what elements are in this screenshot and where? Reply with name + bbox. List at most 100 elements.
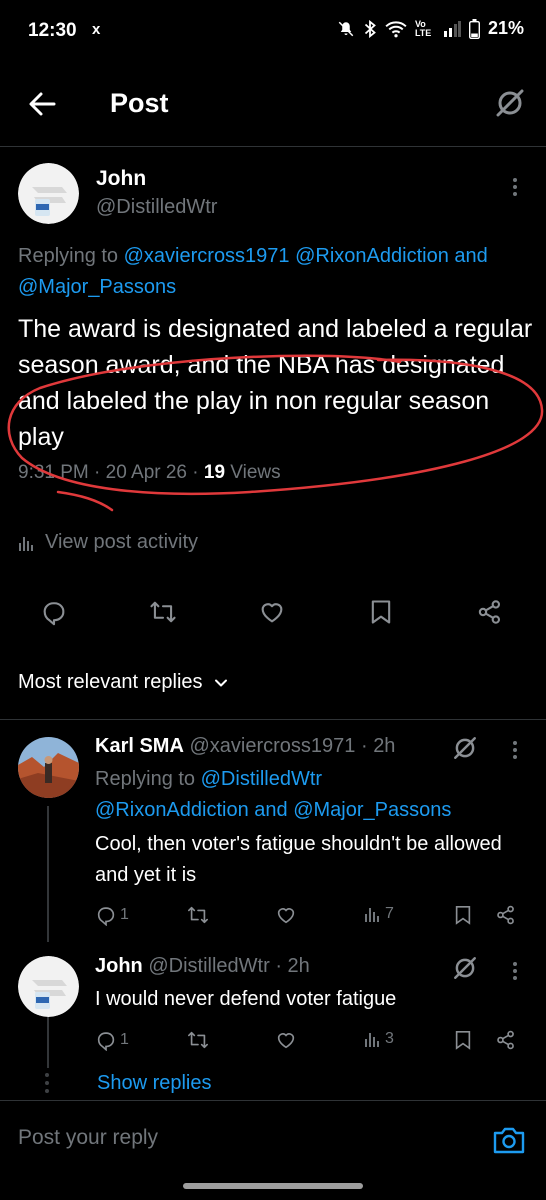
reply-count: 1 (120, 906, 129, 923)
header-divider (0, 146, 546, 147)
reply-replying-to: Replying to @DistilledWtr @RixonAddictio… (95, 764, 451, 826)
reply-bookmark-button[interactable] (453, 1029, 473, 1051)
repost-icon (188, 1031, 208, 1049)
camera-button[interactable] (492, 1124, 526, 1156)
reply-text: I would never defend voter fatigue (95, 988, 397, 1010)
camera-icon (493, 1127, 525, 1154)
reply-author-name[interactable]: Karl SMA (95, 735, 184, 757)
thread-line (47, 806, 49, 942)
grok-button[interactable] (452, 735, 478, 761)
reply-input[interactable]: Post your reply (18, 1126, 158, 1150)
more-options-icon[interactable] (512, 741, 518, 759)
bookmark-icon (455, 1031, 471, 1050)
like-icon (277, 1033, 295, 1049)
reply-time: 2h (287, 955, 310, 977)
bookmark-button[interactable] (361, 592, 401, 632)
signal-icon (443, 20, 461, 37)
status-icons: Vo LTE 21% (337, 18, 524, 39)
replies-sort-label: Most relevant replies (18, 671, 203, 693)
reply-reply-button[interactable]: 1 (95, 904, 129, 926)
bookmark-icon (455, 906, 471, 925)
reply-views[interactable]: 7 (364, 904, 394, 924)
views-label: Views (225, 462, 281, 483)
analytics-icon (365, 908, 379, 922)
reply-avatar[interactable] (18, 956, 79, 1017)
reply-author-handle[interactable]: @xaviercross1971 (189, 735, 355, 757)
reply-icon (97, 907, 115, 926)
replying-to: Replying to @xaviercross1971 @RixonAddic… (18, 241, 546, 303)
like-icon (261, 603, 283, 623)
repost-icon (150, 601, 176, 623)
reply-mention-line2[interactable]: @RixonAddiction and @Major_Passons (95, 799, 451, 821)
grok-button[interactable] (452, 955, 478, 981)
meta-separator-2: · (187, 462, 204, 483)
reply-avatar[interactable] (18, 737, 79, 798)
replying-mentions-line2[interactable]: @Major_Passons (18, 276, 176, 298)
more-options-icon[interactable] (512, 178, 518, 196)
show-replies-link[interactable]: Show replies (97, 1072, 212, 1095)
grok-icon (454, 957, 476, 979)
more-options-icon[interactable] (512, 962, 518, 980)
network-type: Vo LTE (414, 18, 432, 38)
composer-divider (0, 1100, 546, 1101)
status-time: 12:30 (28, 20, 77, 41)
reply-header: Karl SMA @xaviercross1971 · 2h (95, 735, 395, 758)
post-date: 20 Apr 26 (105, 462, 187, 483)
grok-icon (454, 737, 476, 759)
analytics-icon (365, 1033, 379, 1047)
reply-author-name[interactable]: John (95, 955, 143, 977)
reply-time-separator: · (269, 955, 288, 977)
reply-button[interactable] (34, 592, 74, 632)
arrow-left-icon (29, 92, 56, 116)
home-indicator[interactable] (183, 1183, 363, 1189)
post-time: 9:31 PM (18, 462, 89, 483)
reply-views[interactable]: 3 (364, 1029, 394, 1049)
analytics-icon (19, 536, 33, 551)
reply-repost-button[interactable] (186, 904, 210, 926)
view-post-activity-label: View post activity (45, 531, 199, 553)
back-button[interactable] (26, 88, 58, 120)
reply-like-button[interactable] (275, 904, 297, 926)
author-handle[interactable]: @DistilledWtr (96, 196, 217, 219)
reply-icon (97, 1032, 115, 1051)
reply-replying-prefix: Replying to (95, 768, 201, 790)
reply-time: 2h (373, 735, 396, 757)
like-button[interactable] (252, 592, 292, 632)
reply-bookmark-button[interactable] (453, 904, 473, 926)
reply-icon (43, 602, 65, 626)
post-text: The award is designated and labeled a re… (18, 315, 533, 451)
reply-mention-line1[interactable]: @DistilledWtr (201, 768, 322, 790)
post-actions (0, 592, 546, 632)
battery-level: 21% (487, 18, 524, 38)
bookmark-icon (371, 600, 391, 624)
wifi-icon (385, 20, 407, 37)
author-avatar[interactable] (18, 163, 79, 224)
reply-repost-button[interactable] (186, 1029, 210, 1051)
reply-share-button[interactable] (495, 904, 517, 926)
post-meta: 9:31 PM · 20 Apr 26 · 19 Views (18, 462, 281, 484)
reply-views-count: 7 (385, 905, 394, 922)
view-post-activity[interactable]: View post activity (18, 531, 198, 554)
share-button[interactable] (470, 592, 510, 632)
share-icon (497, 1030, 514, 1050)
reply-share-button[interactable] (495, 1029, 517, 1051)
reply-header: John @DistilledWtr · 2h (95, 955, 310, 978)
reply-views-count: 3 (385, 1030, 394, 1047)
repost-icon (188, 906, 208, 924)
reply-reply-button[interactable]: 1 (95, 1029, 129, 1051)
author-name[interactable]: John (96, 167, 146, 191)
like-icon (277, 908, 295, 924)
replying-mentions-line1[interactable]: @xaviercross1971 @RixonAddiction and (124, 245, 488, 267)
grok-button[interactable] (494, 87, 526, 119)
replies-sort-dropdown[interactable]: Most relevant replies (18, 671, 229, 694)
notification-x-icon: x (92, 21, 101, 38)
thread-line-2 (47, 1016, 49, 1068)
grok-icon (496, 89, 524, 117)
repost-button[interactable] (143, 592, 183, 632)
battery-icon (468, 18, 480, 39)
thread-continuation-dots (45, 1073, 49, 1093)
reply-like-button[interactable] (275, 1029, 297, 1051)
reply-author-handle[interactable]: @DistilledWtr (148, 955, 269, 977)
replies-divider (0, 719, 546, 720)
meta-separator: · (88, 462, 106, 483)
